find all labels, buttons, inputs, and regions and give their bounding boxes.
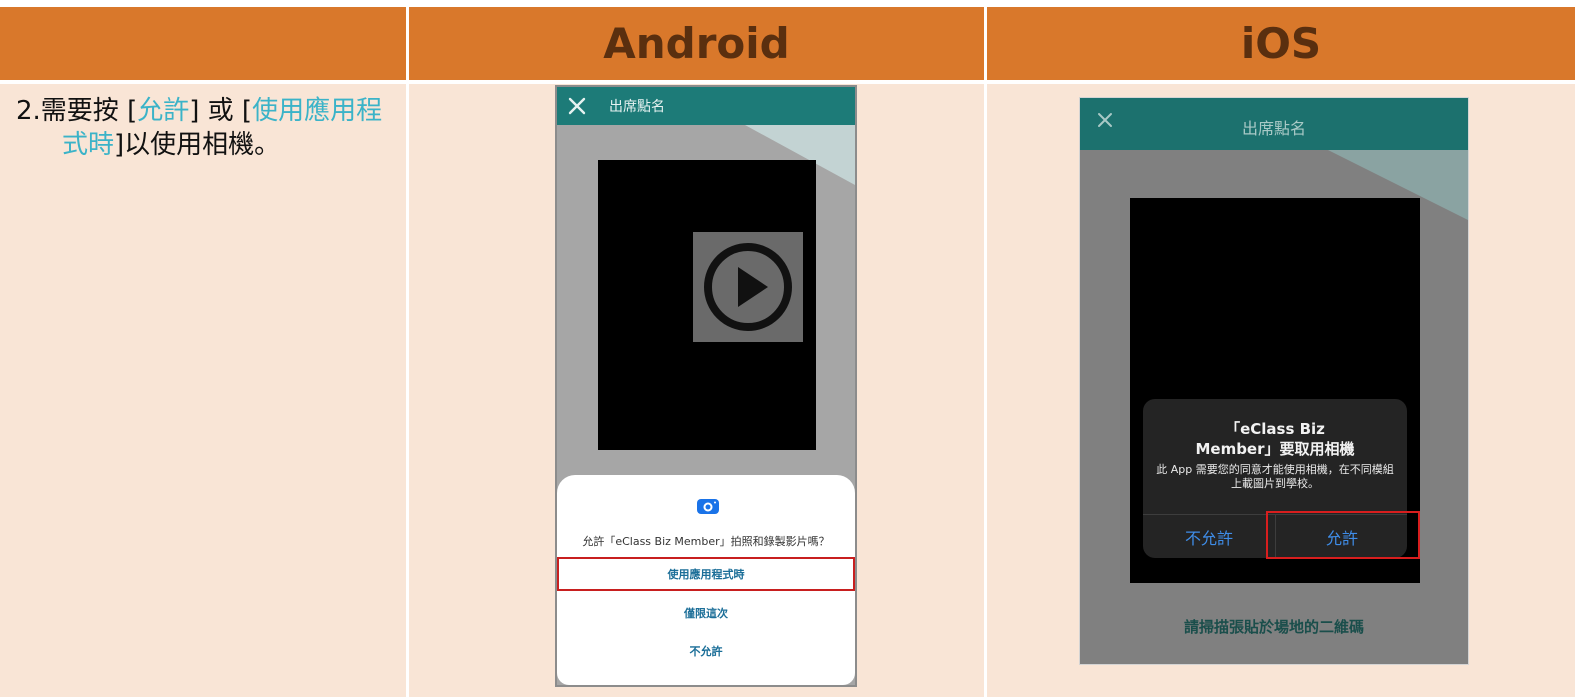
instruction-text: 2.需要按 [允許] 或 [使用應用程式時]以使用相機。 (16, 94, 386, 162)
instruction-suffix: ]以使用相機。 (114, 130, 281, 160)
android-app-bar: 出席點名 (557, 87, 855, 125)
ios-phone-screenshot: 出席點名 「eClass Biz Member」要取用相機 此 App 需要您的… (1079, 97, 1469, 665)
play-icon (693, 232, 803, 342)
android-permission-question: 允許「eClass Biz Member」拍照和錄製影片嗎？ (582, 535, 830, 548)
ios-alert-title: 「eClass Biz Member」要取用相機 (1143, 419, 1407, 459)
ios-cell: 出席點名 「eClass Biz Member」要取用相機 此 App 需要您的… (987, 84, 1575, 697)
camera-icon (697, 497, 719, 519)
instruction-cell: 2.需要按 [允許] 或 [使用應用程式時]以使用相機。 (0, 84, 406, 697)
ios-allow-highlight-box (1266, 511, 1420, 559)
header-blank-cell (0, 7, 406, 80)
header-android: Android (409, 7, 984, 80)
android-permission-dialog: 允許「eClass Biz Member」拍照和錄製影片嗎？ 使用應用程式時 僅… (557, 475, 855, 685)
android-deny-option[interactable]: 不允許 (557, 634, 855, 668)
instruction-prefix: 2.需要按 [ (16, 96, 138, 126)
android-cell: 出席點名 允許「eClass Biz Member」拍照和錄製影片嗎？ 使用應用… (409, 84, 984, 697)
instruction-middle: ] 或 [ (189, 96, 253, 126)
header-android-label: Android (603, 19, 790, 68)
android-only-this-time-option[interactable]: 僅限這次 (557, 596, 855, 630)
close-icon[interactable] (557, 87, 597, 125)
ios-app-bar: 出席點名 (1080, 98, 1468, 150)
ios-alert-title-line2: Member」要取用相機 (1195, 440, 1355, 458)
header-ios-label: iOS (1240, 19, 1322, 68)
ios-app-title: 出席點名 (1241, 119, 1306, 138)
header-ios: iOS (987, 7, 1575, 80)
android-camera-preview (598, 160, 816, 450)
ios-deny-button[interactable]: 不允許 (1143, 515, 1275, 558)
ios-alert-message: 此 App 需要您的同意才能使用相機，在不同模組上載圖片到學校。 (1156, 463, 1394, 490)
ios-alert-title-line1: 「eClass Biz (1225, 420, 1325, 438)
instruction-allow: 允許 (137, 96, 190, 126)
android-phone-screenshot: 出席點名 允許「eClass Biz Member」拍照和錄製影片嗎？ 使用應用… (555, 85, 857, 687)
android-while-using-option[interactable]: 使用應用程式時 (557, 557, 855, 591)
android-app-title: 出席點名 (609, 99, 665, 115)
ios-scan-hint: 請掃描張貼於場地的二維碼 (1183, 618, 1364, 636)
